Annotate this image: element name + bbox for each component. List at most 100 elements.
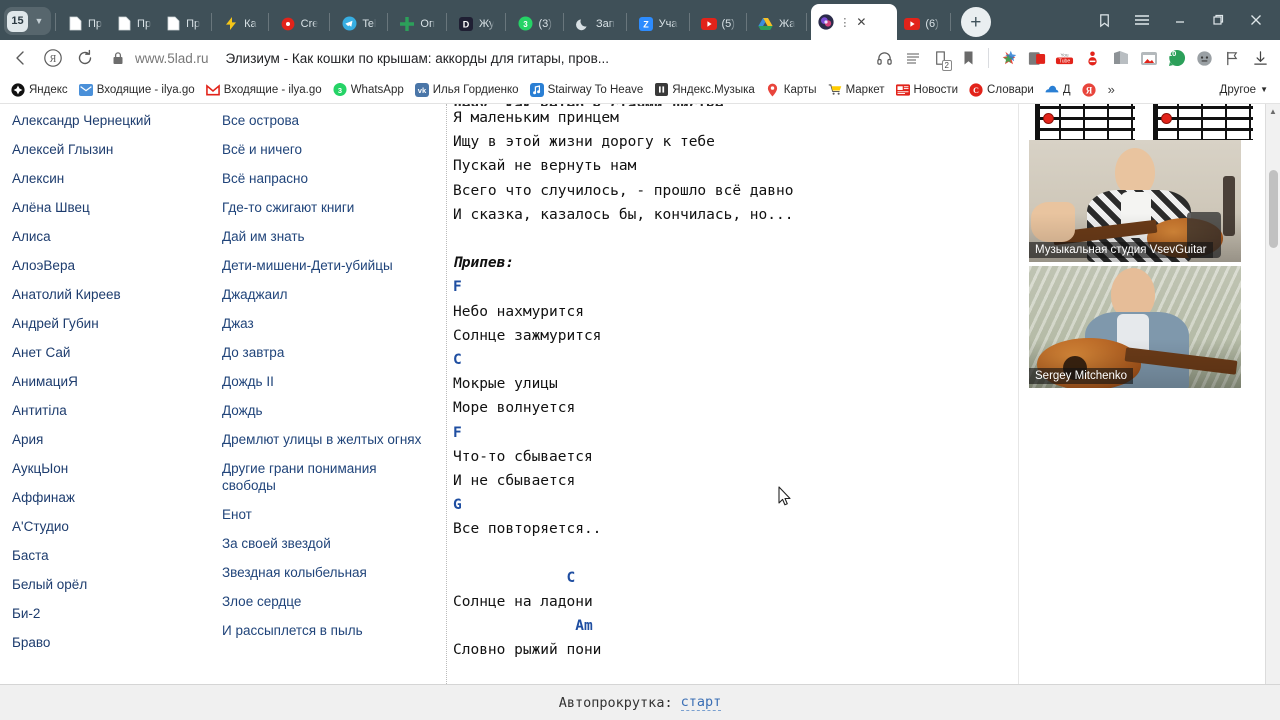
song-link[interactable]: Звездная колыбельная [222, 564, 446, 581]
song-link[interactable]: Джаджаил [222, 286, 446, 303]
browser-tab[interactable]: Оп [392, 7, 442, 40]
page-scrollbar[interactable]: ▲ [1265, 104, 1280, 720]
adblock-icon[interactable] [1079, 45, 1106, 72]
clipboard-2-icon[interactable]: 2 [927, 45, 954, 72]
artist-link[interactable]: Аффинаж [12, 489, 218, 506]
collections-icon[interactable] [1086, 5, 1122, 35]
bookmark-item[interactable]: Новости [891, 81, 964, 99]
bookmark-item[interactable]: Д [1040, 81, 1076, 99]
extension-flag-icon[interactable] [1219, 45, 1246, 72]
extension-gray-icon[interactable] [1107, 45, 1134, 72]
browser-tab[interactable]: Пр [109, 7, 158, 40]
artist-link[interactable]: Ария [12, 431, 218, 448]
song-link[interactable]: Все острова [222, 112, 446, 129]
maximize-icon[interactable] [1200, 5, 1236, 35]
video-thumbnail-1[interactable]: Музыкальная студия VsevGuitar [1029, 140, 1241, 262]
download-icon[interactable] [1247, 45, 1274, 72]
artist-link[interactable]: Браво [12, 634, 218, 651]
address-bar[interactable]: www.5lad.ru Элизиум - Как кошки по крыша… [104, 43, 869, 73]
song-link[interactable]: Енот [222, 506, 446, 523]
song-link[interactable]: За своей звездой [222, 535, 446, 552]
browser-tab[interactable]: Z Уча [631, 7, 685, 40]
bookmark-item[interactable]: Маркет [823, 81, 890, 99]
bookmarks-overflow-button[interactable]: » [1102, 80, 1121, 99]
browser-tab[interactable]: Пр [158, 7, 207, 40]
artist-link[interactable]: АукцЫон [12, 460, 218, 477]
browser-tab[interactable]: (6) [897, 7, 945, 40]
browser-tab[interactable]: Cre [273, 7, 326, 40]
bookmark-item[interactable]: Входящие - ilya.go [201, 81, 327, 99]
artist-link[interactable]: Александр Чернецкий [12, 112, 218, 129]
browser-tab[interactable]: Пр [60, 7, 109, 40]
back-arrow-icon[interactable] [6, 43, 36, 73]
artist-link[interactable]: АнимациЯ [12, 373, 218, 390]
tab-group-pill[interactable]: 15 ▼ [4, 7, 51, 35]
song-link[interactable]: Дети-мишени-Дети-убийцы [222, 257, 446, 274]
artist-link[interactable]: Би-2 [12, 605, 218, 622]
new-tab-button[interactable]: + [960, 7, 991, 37]
minimize-icon[interactable] [1162, 5, 1198, 35]
extension-star-icon[interactable] [995, 45, 1022, 72]
reload-icon[interactable] [70, 43, 100, 73]
bookmarks-other-folder[interactable]: Другое ▼ [1214, 82, 1274, 98]
video-card-1[interactable]: Музыкальная студия VsevGuitar [1029, 140, 1241, 262]
artist-link[interactable]: Анатолий Киреев [12, 286, 218, 303]
song-link[interactable]: Где-то сжигают книги [222, 199, 446, 216]
song-link[interactable]: Дремлют улицы в желтых огнях [222, 431, 446, 448]
song-link[interactable]: Дай им знать [222, 228, 446, 245]
browser-tab[interactable]: Tel [334, 7, 383, 40]
autoscroll-start-link[interactable]: старт [680, 694, 722, 711]
song-link[interactable]: Другие грани понимания свободы [222, 460, 446, 494]
browser-tab[interactable]: Жа [751, 7, 802, 40]
song-link[interactable]: До завтра [222, 344, 446, 361]
extension-green-10-icon[interactable]: 10 [1163, 45, 1190, 72]
extension-face-icon[interactable] [1191, 45, 1218, 72]
tab-menu-dots-icon[interactable]: ⋮ [839, 16, 850, 29]
artist-link[interactable]: Алексин [12, 170, 218, 187]
hamburger-menu-icon[interactable] [1124, 5, 1160, 35]
video-card-2[interactable]: Sergey Mitchenko [1029, 266, 1241, 388]
bookmark-item[interactable]: Входящие - ilya.go [74, 81, 200, 99]
bookmark-item[interactable]: Карты [761, 81, 822, 99]
tab-close-icon[interactable]: ✕ [856, 15, 866, 29]
song-link[interactable]: Злое сердце [222, 593, 446, 610]
artist-link[interactable]: Белый орёл [12, 576, 218, 593]
browser-tab[interactable]: Зап [568, 7, 622, 40]
browser-tab[interactable]: (5) [694, 7, 742, 40]
bookmark-item[interactable]: vk Илья Гордиенко [410, 81, 524, 99]
browser-tab[interactable]: D Жу [451, 7, 502, 40]
song-link[interactable]: Джаз [222, 315, 446, 332]
song-link[interactable]: И рассыплется в пыль [222, 622, 446, 639]
youtube-ext-icon[interactable]: You Tube [1051, 45, 1078, 72]
extension-photo-icon[interactable] [1135, 45, 1162, 72]
song-link[interactable]: Дождь II [222, 373, 446, 390]
artist-link[interactable]: АлоэВера [12, 257, 218, 274]
artist-link[interactable]: Алексей Глызин [12, 141, 218, 158]
yandex-logo-icon[interactable]: Я [38, 43, 68, 73]
artist-link[interactable]: Андрей Губин [12, 315, 218, 332]
song-link[interactable]: Всё напрасно [222, 170, 446, 187]
reader-mode-icon[interactable] [899, 45, 926, 72]
artist-link[interactable]: Антитіла [12, 402, 218, 419]
extension-redblock-icon[interactable] [1023, 45, 1050, 72]
artist-link[interactable]: Анет Сай [12, 344, 218, 361]
bookmark-item[interactable]: Stairway To Heave [525, 81, 649, 99]
video-thumbnail-2[interactable]: Sergey Mitchenko [1029, 266, 1241, 388]
bookmark-icon[interactable] [955, 45, 982, 72]
browser-tab-active[interactable]: ⋮ ✕ [811, 4, 898, 40]
chevron-down-icon[interactable]: ▼ [30, 11, 48, 32]
bookmark-item[interactable]: Яндекс [6, 81, 73, 99]
headphones-icon[interactable] [871, 45, 898, 72]
artist-link[interactable]: Баста [12, 547, 218, 564]
browser-tab[interactable]: Ка [216, 7, 264, 40]
bookmark-item[interactable]: 3 WhatsApp [328, 81, 409, 99]
browser-tab[interactable]: 3 (3) [510, 7, 558, 40]
song-link[interactable]: Дождь [222, 402, 446, 419]
artist-link[interactable]: Алёна Швец [12, 199, 218, 216]
bookmark-item[interactable]: Я [1077, 81, 1101, 99]
bookmark-item[interactable]: C Словари [964, 81, 1039, 99]
tab-group-count[interactable]: 15 [7, 10, 28, 32]
scrollbar-up-arrow[interactable]: ▲ [1269, 104, 1277, 119]
artist-link[interactable]: Алиса [12, 228, 218, 245]
artist-link[interactable]: А'Студио [12, 518, 218, 535]
